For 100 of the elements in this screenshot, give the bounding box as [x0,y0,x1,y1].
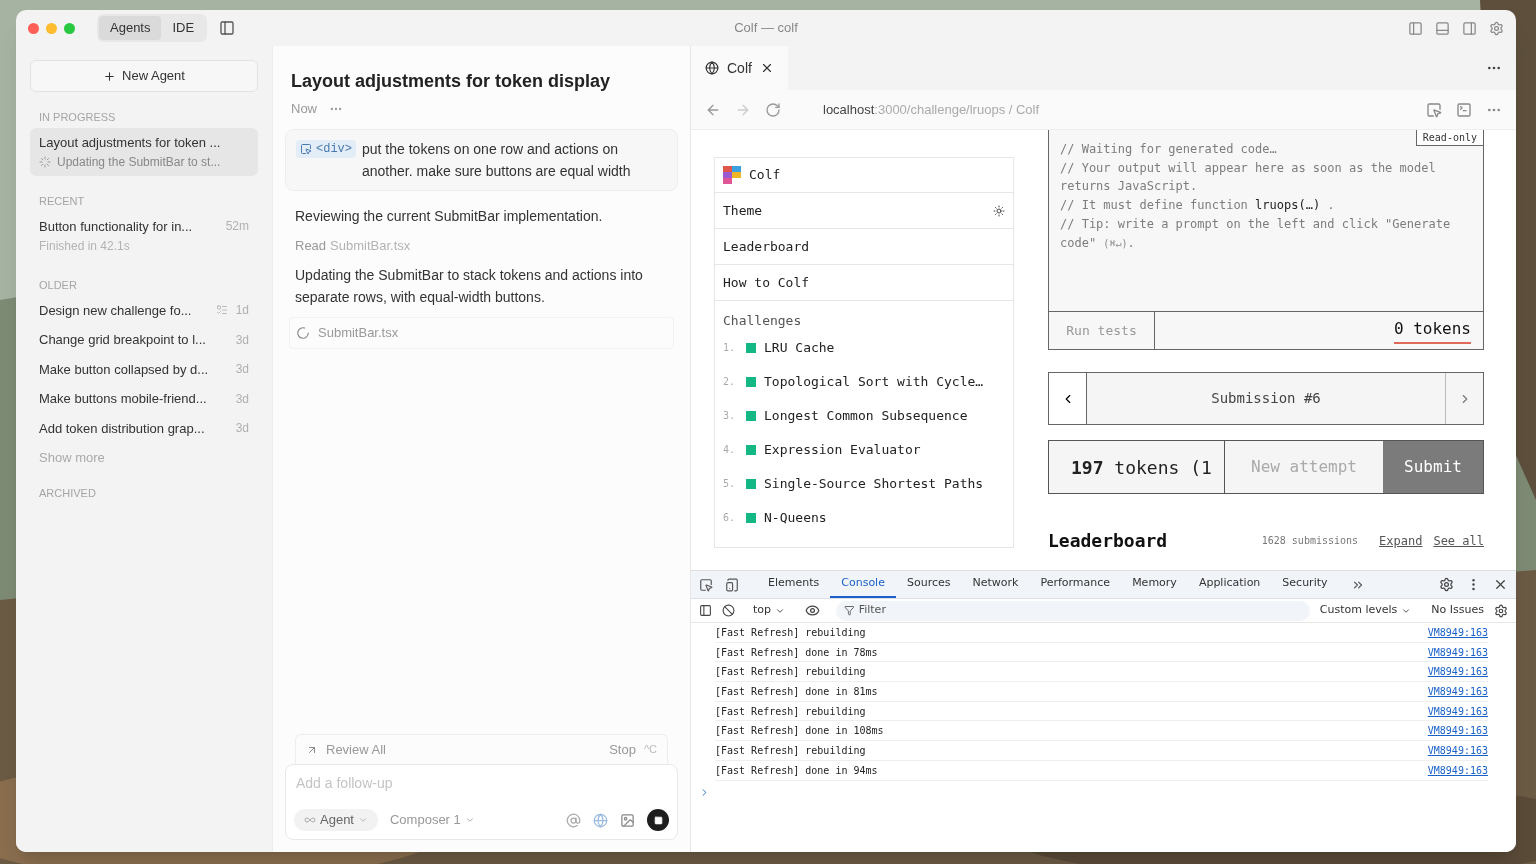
challenge-item[interactable]: 4. Expression Evaluator [715,432,1013,467]
devtools-tab[interactable]: Console [830,571,896,598]
challenge-item[interactable]: 5. Single-Source Shortest Paths [715,466,1013,501]
source-link[interactable]: VM8949:163 [1427,742,1488,758]
composer[interactable]: Add a follow-up Agent Composer 1 [285,764,678,840]
challenge-title: Expression Evaluator [764,440,921,459]
settings-icon[interactable] [1494,603,1508,618]
challenge-item[interactable]: 2. Topological Sort with Cycle… [715,364,1013,399]
panel-bottom-icon[interactable] [1435,20,1450,36]
leaderboard-link[interactable]: Expand [1379,531,1423,550]
status-square-icon [746,342,756,353]
device-icon[interactable] [725,577,739,592]
inspect-icon[interactable] [1426,101,1442,118]
sidebar-toggle-icon[interactable] [219,20,236,36]
spinner-icon [39,156,51,168]
mode-tab[interactable]: Agents [99,16,162,40]
chat-time: Now [291,100,317,118]
previous-button[interactable] [1049,373,1087,424]
browser-tab[interactable]: Colf [691,46,788,90]
challenge-item[interactable]: 1. LRU Cache [715,330,1013,365]
mode-dropdown[interactable]: Agent [294,809,378,831]
devtools-tab[interactable]: Sources [895,571,962,598]
sidebar-icon[interactable] [699,604,712,617]
follow-up-input[interactable]: Add a follow-up [294,773,669,794]
agent-item[interactable]: Change grid breakpoint to l... 3d [30,325,258,355]
challenge-item[interactable]: 3. Longest Common Subsequence [715,398,1013,433]
agent-item[interactable]: Make button collapsed by d... 3d [30,354,258,384]
close-icon[interactable] [1493,577,1508,592]
token-count: 0 tokens [1393,317,1471,344]
filter-input[interactable]: Filter [858,602,1302,619]
challenge-title: Topological Sort with Cycle… [764,372,984,391]
source-link[interactable]: VM8949:163 [1427,683,1488,699]
context-dropdown[interactable]: top [753,602,786,619]
globe-icon[interactable] [593,812,608,828]
image-icon[interactable] [620,812,635,828]
agent-item[interactable]: Make buttons mobile-friend... 3d [30,384,258,414]
submit-button[interactable]: Submit [1383,441,1483,493]
infinity-icon [304,814,316,826]
log-message: [Fast Refresh] rebuilding [715,743,867,758]
log-message: [Fast Refresh] done in 108ms [715,724,885,739]
panel-right-icon[interactable] [1462,20,1477,36]
source-link[interactable]: VM8949:163 [1427,703,1488,719]
levels-dropdown[interactable]: Custom levels [1319,602,1412,619]
theme-icon [993,204,1005,217]
challenge-number: 2. [723,375,737,389]
nav-item[interactable]: Leaderboard [715,229,1013,265]
assistant-message: Updating the SubmitBar to stack tokens and actions into separate rows, with equal-width buttons. [295,266,644,307]
filter-field[interactable]: Filter [836,600,1310,621]
zoom-window-button[interactable] [64,22,75,34]
mention-icon[interactable] [566,812,581,828]
plus-icon [103,69,117,83]
close-window-button[interactable] [28,22,39,34]
settings-icon[interactable] [1439,577,1454,592]
challenge-title: LRU Cache [764,338,835,357]
agent-time: 3d [235,390,249,408]
clear-icon[interactable] [722,604,735,617]
devtools-tab[interactable]: Performance [1029,571,1122,598]
agent-time: 3d [235,331,249,349]
source-link[interactable]: VM8949:163 [1427,624,1488,640]
agent-item[interactable]: Design new challenge fo... 1d [30,295,258,325]
agent-item[interactable]: Add token distribution grap... 3d [30,413,258,443]
new-agent-button[interactable]: New Agent [30,60,258,92]
agent-item[interactable]: Button functionality for in... 52m Finished in 42.1s [30,211,258,260]
nav-item[interactable]: Theme [715,193,1013,229]
agent-item[interactable]: Layout adjustments for token ... Updating the SubmitBar to st... [30,127,258,176]
mode-tab[interactable]: IDE [161,16,206,40]
nav-item[interactable]: How to Colf [715,265,1013,301]
assistant-message: Reviewing the current SubmitBar implementation. [295,206,604,226]
reload-icon[interactable] [765,101,781,118]
source-link[interactable]: VM8949:163 [1427,723,1488,739]
code-line: // Tip: write a prompt on the left and click "Generate code" (⌘↵). [1060,215,1452,252]
devtools-tab[interactable]: Security [1271,571,1339,598]
challenge-number: 1. [723,341,737,355]
challenge-item[interactable]: 6. N-Queens [715,500,1013,535]
agent-title: Add token distribution grap... [39,419,206,438]
section-heading: IN PROGRESS [38,110,117,125]
source-link[interactable]: VM8949:163 [1427,664,1488,680]
terminal-icon[interactable] [1456,101,1472,118]
source-link[interactable]: VM8949:163 [1427,644,1488,660]
source-link[interactable]: VM8949:163 [1427,762,1488,778]
read-label: Read [295,236,327,255]
stop-generation-button[interactable] [647,809,669,831]
challenge-number: 6. [723,511,737,525]
issues-label: No Issues [1431,602,1484,619]
agent-time: 3d [235,361,249,379]
devtools-tab[interactable]: Elements [757,571,831,598]
panel-left-icon[interactable] [1408,20,1423,36]
inspect-icon[interactable] [699,577,713,592]
devtools-tab[interactable]: Application [1187,571,1272,598]
leaderboard-heading: Leaderboard [1048,529,1168,553]
devtools-tab[interactable]: Network [961,571,1030,598]
section-heading: RECENT [38,194,86,209]
status-square-icon [746,376,756,387]
leaderboard-link[interactable]: See all [1433,531,1484,550]
code-line: // Your output will appear here as soon as the model returns JavaScript. [1060,159,1437,196]
submission-count: 1628 submissions [1261,534,1359,548]
chevron-down-icon [358,815,368,825]
window-title: Colf — colf [734,19,798,38]
devtools-tab[interactable]: Memory [1121,571,1188,598]
eye-icon[interactable] [805,603,821,618]
